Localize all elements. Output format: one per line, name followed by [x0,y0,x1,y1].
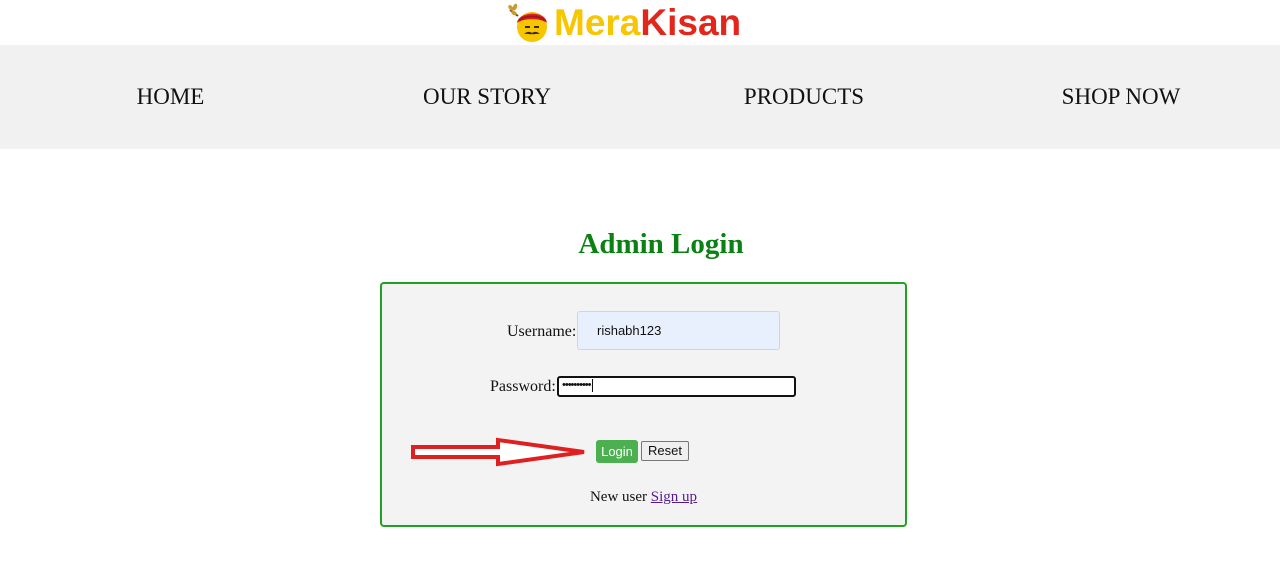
header: MeraKisan [0,0,1280,45]
logo[interactable]: MeraKisan [506,2,741,44]
page-title: Admin Login [578,228,744,260]
brand-name: MeraKisan [554,2,741,44]
farmer-face-icon [506,2,552,44]
text-caret [591,378,593,392]
brand-name-part1: Mera [554,2,641,43]
nav-our-story[interactable]: OUR STORY [319,45,655,149]
new-user-text: New user [589,489,648,505]
navbar: HOME OUR STORY PRODUCTS SHOP NOW [0,45,1280,149]
nav-home[interactable]: HOME [0,45,341,149]
red-arrow-right-icon [410,437,590,467]
nav-products[interactable]: PRODUCTS [640,45,968,149]
nav-shop-now[interactable]: SHOP NOW [960,45,1280,149]
login-button[interactable]: Login [596,440,638,463]
reset-button[interactable]: Reset [641,441,689,461]
signup-prompt: New user Sign up [382,487,905,507]
password-masked-value: •••••••••• [562,379,591,391]
password-input[interactable]: •••••••••• [557,376,796,397]
signup-link[interactable]: Sign up [651,489,697,505]
username-input[interactable]: rishabh123 [577,311,780,350]
login-form: Username: rishabh123 Password: •••••••••… [380,282,907,527]
username-label: Username: [507,323,577,340]
brand-name-part2: Kisan [640,2,742,43]
password-label: Password: [490,378,556,395]
